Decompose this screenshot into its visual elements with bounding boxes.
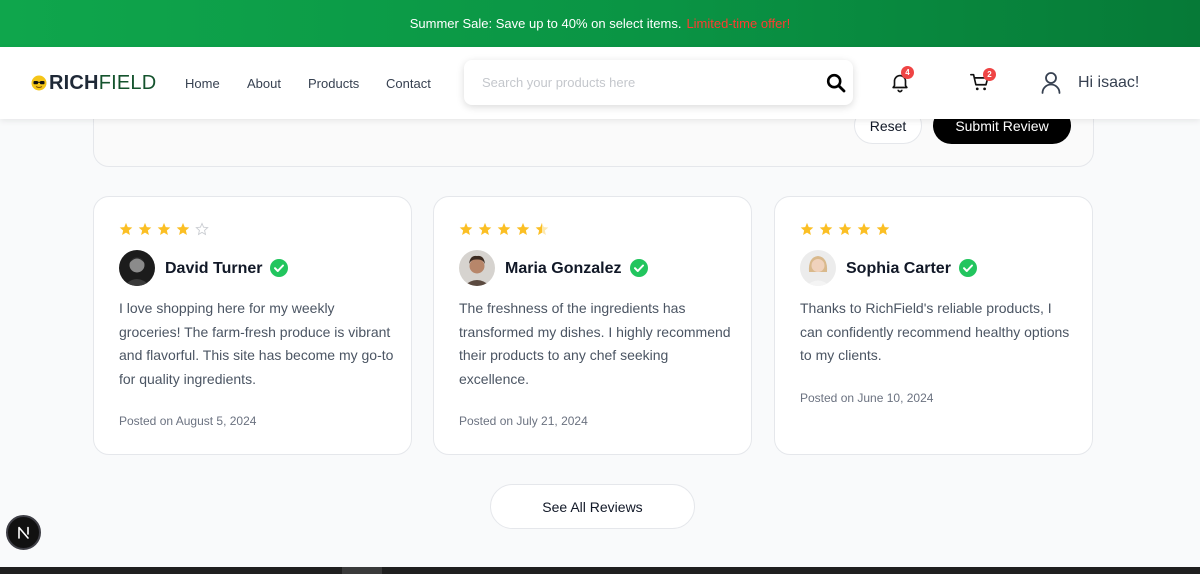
- reviewer-avatar: [119, 250, 155, 286]
- search-icon[interactable]: [826, 73, 846, 93]
- star-full-icon: [516, 222, 530, 236]
- star-rating: [800, 222, 895, 236]
- star-rating: [119, 222, 214, 236]
- review-card: Maria Gonzalez The freshness of the ingr…: [433, 196, 752, 455]
- review-text: The freshness of the ingredients has tra…: [459, 300, 731, 387]
- cart-badge: 2: [983, 68, 996, 81]
- promo-banner: Summer Sale: Save up to 40% on select it…: [0, 0, 1200, 47]
- nav-contact[interactable]: Contact: [386, 76, 431, 91]
- promo-highlight[interactable]: Limited-time offer!: [686, 16, 790, 31]
- taskbar: [0, 567, 1200, 574]
- star-rating: [459, 222, 554, 236]
- notifications-button[interactable]: 4: [889, 66, 914, 95]
- nav-home[interactable]: Home: [185, 76, 220, 91]
- star-empty-icon: [195, 222, 209, 236]
- promo-text: Summer Sale: Save up to 40% on select it…: [409, 16, 682, 31]
- star-full-icon: [876, 222, 890, 236]
- star-full-icon: [819, 222, 833, 236]
- logo-mark-icon: [31, 75, 47, 91]
- verified-check-icon: [630, 259, 648, 277]
- review-date: Posted on August 5, 2024: [119, 414, 257, 428]
- star-full-icon: [857, 222, 871, 236]
- n-logo-icon: [18, 526, 29, 539]
- star-full-icon: [838, 222, 852, 236]
- user-icon: [1041, 72, 1061, 94]
- taskbar-item[interactable]: [342, 567, 382, 574]
- verified-check-icon: [959, 259, 977, 277]
- star-half-icon: [535, 222, 549, 236]
- verified-check-icon: [270, 259, 288, 277]
- reviewer-name: Sophia Carter: [846, 260, 951, 277]
- search-input[interactable]: [482, 72, 812, 92]
- review-text: I love shopping here for my weekly groce…: [119, 300, 394, 387]
- notifications-badge: 4: [901, 66, 914, 79]
- star-full-icon: [157, 222, 171, 236]
- nav-products[interactable]: Products: [308, 76, 359, 91]
- star-full-icon: [478, 222, 492, 236]
- cart-button[interactable]: 2: [969, 68, 996, 95]
- star-full-icon: [497, 222, 511, 236]
- star-full-icon: [800, 222, 814, 236]
- review-date: Posted on July 21, 2024: [459, 414, 588, 428]
- review-text: Thanks to RichField's reliable products,…: [800, 300, 1070, 363]
- reviewer-avatar: [459, 250, 495, 286]
- account-button[interactable]: [1040, 71, 1062, 95]
- reviewer-avatar: [800, 250, 836, 286]
- search-bar: [464, 60, 853, 105]
- nextjs-dev-indicator[interactable]: [6, 515, 41, 550]
- star-full-icon: [459, 222, 473, 236]
- brand-name-bold: RICH: [49, 72, 99, 94]
- brand-name-light: FIELD: [98, 72, 157, 94]
- navbar: RICHFIELD Home About Products Contact 4 …: [0, 47, 1200, 119]
- user-greeting[interactable]: Hi isaac!: [1078, 74, 1139, 92]
- reviewer-name: David Turner: [165, 260, 263, 277]
- review-card: David Turner I love shopping here for my…: [93, 196, 412, 455]
- see-all-reviews-button[interactable]: See All Reviews: [490, 484, 695, 529]
- nav-about[interactable]: About: [247, 76, 281, 91]
- review-card: Sophia Carter Thanks to RichField's reli…: [774, 196, 1093, 455]
- review-date: Posted on June 10, 2024: [800, 391, 934, 405]
- brand-logo[interactable]: RICHFIELD: [31, 73, 156, 93]
- star-full-icon: [176, 222, 190, 236]
- reviewer-name: Maria Gonzalez: [505, 260, 622, 277]
- star-full-icon: [119, 222, 133, 236]
- star-full-icon: [138, 222, 152, 236]
